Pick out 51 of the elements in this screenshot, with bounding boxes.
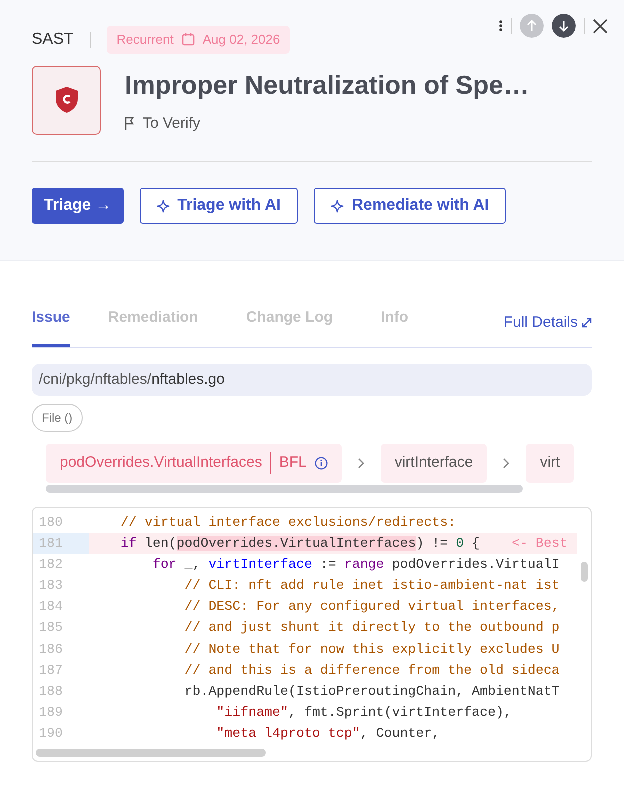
- ai-action-button[interactable]: Remediate with AI: [314, 188, 506, 224]
- status-label: To Verify: [143, 114, 201, 134]
- line-number: 188: [38, 683, 64, 701]
- shield-icon: [56, 87, 78, 113]
- close-icon[interactable]: [593, 18, 608, 34]
- file-chip[interactable]: File (): [32, 404, 83, 432]
- code-line: 188 rb.AppendRule(IstioPreroutingChain, AmbientNatT: [33, 681, 577, 702]
- sparkle-icon: [156, 200, 170, 212]
- line-number: 186: [38, 640, 64, 659]
- flow-tag: BFL: [279, 452, 307, 474]
- code-line: 190 "meta l4proto tcp", Counter,: [33, 723, 577, 745]
- line-number: 185: [38, 619, 64, 638]
- line-number: 182: [38, 556, 64, 574]
- line-number: 189: [38, 704, 64, 722]
- line-number: 184: [38, 598, 64, 616]
- code-line: 187 // and this is a difference from the old sideca: [33, 660, 577, 681]
- calendar-icon: [182, 33, 195, 46]
- code-line: 180 // virtual interface exclusions/redirects:: [33, 512, 577, 533]
- code-line: 185 // and just shunt it directly to the outbound p: [33, 617, 577, 639]
- category-label: SAST: [32, 30, 74, 50]
- code-line: 183 // CLI: nft add rule inet istio-ambient-nat ist: [33, 575, 577, 596]
- flow-step[interactable]: virt: [526, 444, 574, 482]
- scrollbar[interactable]: [36, 748, 266, 757]
- line-number: 183: [38, 577, 64, 596]
- info-icon[interactable]: [314, 456, 328, 470]
- down-arrow-button[interactable]: [552, 14, 576, 38]
- line-number: 180: [38, 514, 64, 532]
- code-line: 184 // DESC: For any configured virtual interfaces,: [33, 596, 577, 618]
- flow-step[interactable]: virtInterface: [380, 444, 488, 482]
- triage-button[interactable]: Triage →: [32, 188, 124, 224]
- chevron-right-icon: [358, 458, 365, 469]
- chevron-right-icon: [503, 458, 510, 469]
- line-number: 181: [33, 532, 89, 554]
- code-line: 189 "iifname", fmt.Sprint(virtInterface),: [33, 702, 577, 724]
- code-line: 186 // Note that for now this explicitly excludes U: [33, 638, 577, 660]
- flag-icon: [125, 117, 135, 130]
- file-path: /cni/pkg/nftables/nftables.go: [32, 364, 592, 396]
- full-details-link[interactable]: Full Details: [504, 312, 592, 346]
- sparkle-icon: [331, 200, 344, 212]
- line-number: 187: [38, 662, 64, 680]
- more-icon[interactable]: [499, 20, 503, 32]
- flow-step[interactable]: podOverrides.VirtualInterfaces BFL: [46, 444, 342, 482]
- ai-action-button[interactable]: Triage with AI: [140, 188, 298, 224]
- recurrent-tag: Recurrent Aug 02, 2026: [106, 26, 290, 54]
- line-number: 190: [38, 725, 64, 744]
- scrollbar[interactable]: [46, 484, 523, 492]
- code-line: 182 for _, virtInterface := range podOverrides.VirtualI: [33, 554, 577, 576]
- expand-icon: [582, 318, 592, 328]
- issue-title: Improper Neutralization of Spe…: [125, 68, 530, 102]
- tab[interactable]: Issue: [32, 307, 70, 346]
- scrollbar[interactable]: [581, 562, 588, 582]
